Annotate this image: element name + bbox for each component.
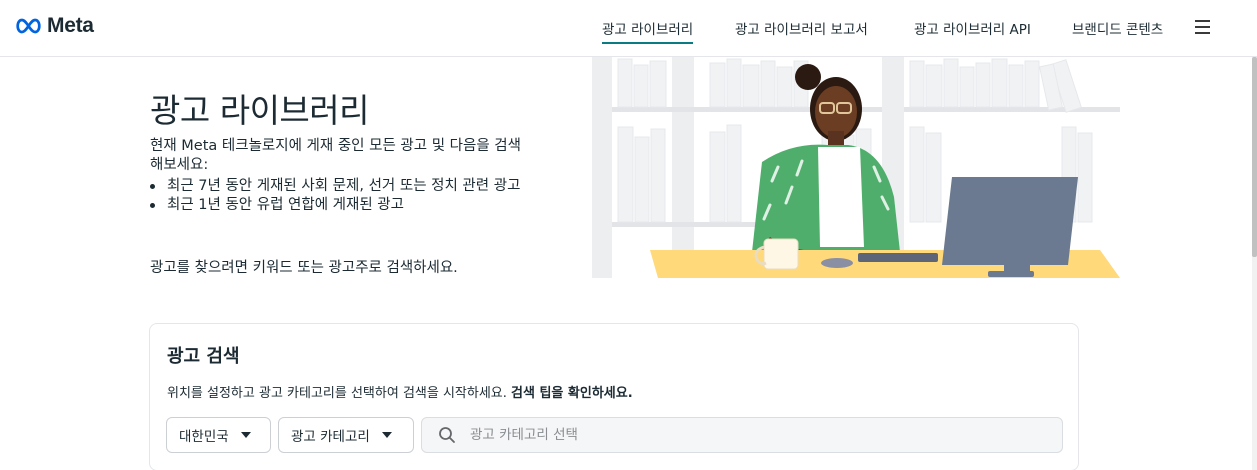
hero-bullet-item: 최근 1년 동안 유럽 연합에 게재된 광고 xyxy=(150,196,525,215)
search-icon xyxy=(439,427,455,443)
page-scrollbar[interactable] xyxy=(1252,57,1257,470)
top-navigation-bar: Meta 광고 라이브러리 광고 라이브러리 보고서 광고 라이브러리 API … xyxy=(0,0,1257,57)
scrollbar-thumb[interactable] xyxy=(1252,57,1257,257)
hero-bullet-item: 최근 7년 동안 게재된 사회 문제, 선거 또는 정치 관련 광고 xyxy=(150,177,525,196)
search-card-description-text: 위치를 설정하고 광고 카테고리를 선택하여 검색을 시작하세요. xyxy=(167,386,507,401)
nav-tab-ad-library-report[interactable]: 광고 라이브러리 보고서 xyxy=(735,18,868,38)
hero-bullet-list: 최근 7년 동안 게재된 사회 문제, 선거 또는 정치 관련 광고 최근 1년… xyxy=(150,177,525,215)
nav-tab-ad-library[interactable]: 광고 라이브러리 xyxy=(602,18,694,44)
meta-infinity-icon xyxy=(16,18,41,34)
ad-category-select-value: 광고 카테고리 xyxy=(291,429,370,445)
hero-illustration xyxy=(592,57,1120,278)
nav-tab-branded-content[interactable]: 브랜디드 콘텐츠 xyxy=(1072,18,1163,38)
search-box[interactable] xyxy=(421,417,1063,453)
ad-category-select[interactable]: 광고 카테고리 xyxy=(278,417,414,453)
chevron-down-icon xyxy=(381,432,392,438)
country-select[interactable]: 대한민국 xyxy=(166,417,271,453)
chevron-down-icon xyxy=(240,432,251,438)
hero-intro-text: 현재 Meta 테크놀로지에 게재 중인 모든 광고 및 다음을 검색해보세요: xyxy=(150,138,521,173)
search-card-title: 광고 검색 xyxy=(167,346,240,367)
nav-tab-ad-library-api[interactable]: 광고 라이브러리 API xyxy=(914,18,1031,38)
search-input[interactable] xyxy=(470,427,1050,443)
meta-logo[interactable]: Meta xyxy=(14,14,94,38)
ad-search-card: 광고 검색 위치를 설정하고 광고 카테고리를 선택하여 검색을 시작하세요. … xyxy=(149,323,1079,470)
brand-name: Meta xyxy=(47,14,94,37)
search-card-description: 위치를 설정하고 광고 카테고리를 선택하여 검색을 시작하세요. 검색 팁을 … xyxy=(167,382,633,401)
page-title: 광고 라이브러리 xyxy=(150,91,370,130)
country-select-value: 대한민국 xyxy=(179,429,229,445)
search-tips-link[interactable]: 검색 팁을 확인하세요. xyxy=(511,386,633,401)
hero-search-hint: 광고를 찾으려면 키워드 또는 광고주로 검색하세요. xyxy=(150,260,458,276)
hamburger-menu-icon[interactable] xyxy=(1195,20,1210,34)
